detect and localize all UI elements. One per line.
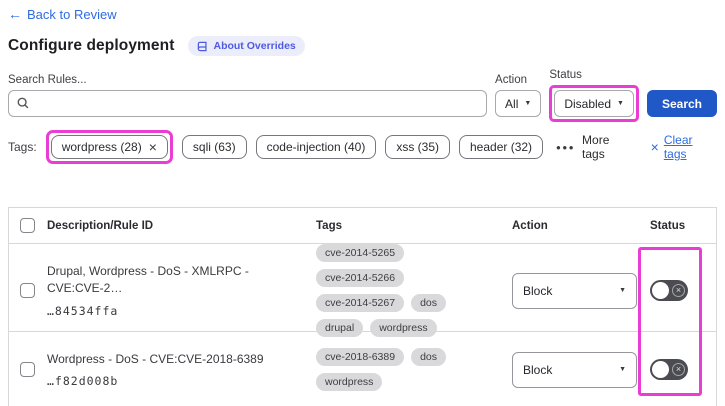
tag-filter-code-injection[interactable]: code-injection (40): [255, 135, 377, 159]
column-header-status: Status: [650, 219, 686, 232]
rule-description: Wordpress - DoS - CVE:CVE-2018-6389: [47, 351, 264, 366]
book-icon: [197, 41, 208, 52]
table-row: Drupal, Wordpress - DoS - XMLRPC - CVE:C…: [9, 244, 716, 337]
status-filter-label: Status: [549, 69, 582, 81]
rule-tag: cve-2018-6389: [316, 348, 405, 366]
table-row: Wordpress - DoS - CVE:CVE-2018-6389 …f82…: [9, 332, 716, 406]
rule-tag: wordpress: [316, 373, 383, 391]
rule-tags: cve-2014-5265 cve-2014-5266 cve-2014-526…: [306, 244, 506, 337]
ellipsis-icon: ●●●: [556, 142, 576, 152]
tag-filter-xss-label: xss (35): [396, 140, 439, 154]
status-filter-highlight: Disabled ▼: [549, 85, 639, 122]
action-select[interactable]: Block ▼: [512, 272, 637, 309]
clear-tags-label: Clear tags: [663, 133, 693, 161]
tag-filter-header[interactable]: header (32): [459, 135, 544, 159]
column-header-action: Action: [512, 219, 548, 232]
action-select-value: Block: [523, 362, 553, 377]
rule-tag: dos: [411, 294, 446, 312]
tag-filter-xss[interactable]: xss (35): [385, 135, 450, 159]
toggle-knob: [652, 361, 669, 378]
page-title: Configure deployment: [8, 37, 175, 54]
back-link-label: Back to Review: [27, 6, 117, 22]
table-header-row: Description/Rule ID Tags Action Status: [9, 208, 716, 244]
about-overrides-badge[interactable]: About Overrides: [188, 36, 305, 56]
tag-filter-wordpress[interactable]: wordpress (28) ×: [50, 135, 168, 159]
select-all-checkbox[interactable]: [20, 218, 35, 233]
wordpress-tag-highlight: wordpress (28) ×: [45, 130, 173, 164]
status-filter-dropdown[interactable]: Disabled ▼: [554, 90, 634, 117]
rule-id: …84534ffa: [47, 303, 119, 318]
column-header-description: Description/Rule ID: [47, 219, 154, 232]
rules-table: Description/Rule ID Tags Action Status D…: [8, 207, 717, 406]
more-tags-button[interactable]: ●●● More tags: [556, 133, 634, 161]
search-rules-label: Search Rules...: [8, 74, 87, 86]
tag-filter-header-label: header (32): [470, 140, 533, 154]
rule-tag: drupal: [316, 319, 364, 337]
rule-tags: cve-2018-6389 dos wordpress: [306, 348, 506, 391]
tags-bar: Tags: wordpress (28) × sqli (63) code-in…: [8, 130, 717, 164]
back-arrow-icon: ←: [8, 6, 22, 22]
title-row: Configure deployment About Overrides: [8, 36, 717, 56]
status-filter-value: Disabled: [564, 96, 612, 111]
status-toggle[interactable]: ×: [650, 280, 688, 301]
action-select-value: Block: [523, 283, 553, 298]
search-button[interactable]: Search: [646, 90, 717, 117]
rule-tag: cve-2014-5267: [316, 294, 405, 312]
action-filter-value: All: [505, 96, 519, 111]
clear-tags-button[interactable]: × Clear tags: [651, 133, 717, 161]
chevron-down-icon: ▼: [619, 366, 626, 373]
chevron-down-icon: ▼: [524, 100, 532, 107]
tag-filter-wordpress-label: wordpress (28): [61, 140, 142, 154]
about-overrides-label: About Overrides: [213, 40, 296, 52]
rule-tag: cve-2014-5265: [316, 244, 405, 262]
rule-id: …f82d008b: [47, 374, 119, 389]
rule-tag: dos: [411, 348, 446, 366]
tags-bar-label: Tags:: [8, 140, 37, 154]
rule-tag: cve-2014-5266: [316, 269, 405, 287]
remove-tag-icon[interactable]: ×: [149, 140, 157, 154]
rule-tag: wordpress: [370, 319, 437, 337]
toggle-off-icon: ×: [672, 283, 685, 297]
clear-tags-x-icon: ×: [650, 139, 659, 155]
row-checkbox[interactable]: [20, 283, 35, 298]
column-header-tags: Tags: [316, 219, 342, 232]
filter-bar: Search Rules... Action All ▼ Status Disa…: [8, 69, 717, 122]
action-filter-dropdown[interactable]: All ▼: [495, 90, 542, 117]
tag-filter-sqli-label: sqli (63): [192, 140, 236, 154]
more-tags-label: More tags: [582, 133, 610, 161]
tag-filter-code-injection-label: code-injection (40): [266, 140, 366, 154]
row-checkbox[interactable]: [20, 362, 35, 377]
action-filter-label: Action: [495, 74, 528, 86]
toggle-knob: [652, 282, 669, 299]
search-input[interactable]: [8, 90, 488, 117]
chevron-down-icon: ▼: [619, 287, 626, 294]
back-to-review-link[interactable]: ← Back to Review: [8, 7, 117, 22]
tag-filter-sqli[interactable]: sqli (63): [181, 135, 247, 159]
configure-deployment-page: ← Back to Review Configure deployment Ab…: [0, 0, 725, 406]
status-toggle[interactable]: ×: [650, 359, 688, 380]
rule-description: Drupal, Wordpress - DoS - XMLRPC - CVE:C…: [47, 264, 249, 295]
action-select[interactable]: Block ▼: [512, 351, 637, 388]
toggle-off-icon: ×: [672, 362, 685, 376]
chevron-down-icon: ▼: [617, 100, 624, 107]
